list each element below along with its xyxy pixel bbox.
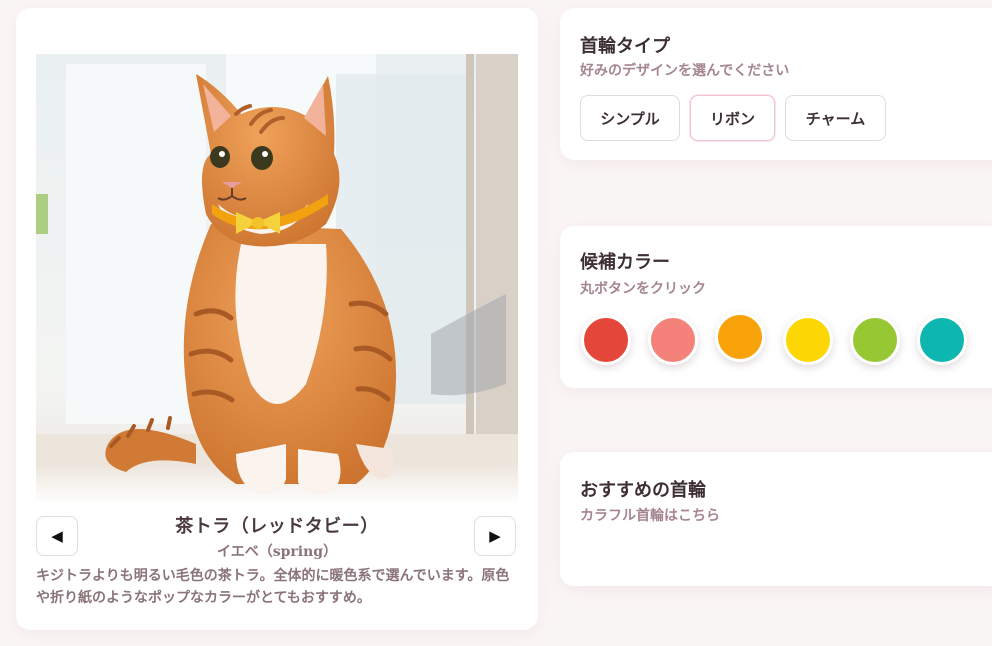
color-swatch-green[interactable] — [850, 315, 900, 365]
type-charm-button[interactable]: チャーム — [785, 95, 886, 141]
type-simple-button[interactable]: シンプル — [580, 95, 680, 141]
color-swatch-red[interactable] — [581, 315, 631, 365]
color-swatch-salmon[interactable] — [648, 315, 698, 365]
candidate-color-subtitle: 丸ボタンをクリック — [580, 281, 706, 297]
collar-type-title: 首輪タイプ — [580, 36, 670, 57]
candidate-color-card: 候補カラー 丸ボタンをクリック — [560, 226, 992, 388]
color-swatch-yellow[interactable] — [783, 315, 833, 365]
recommend-card: おすすめの首輪 カラフル首輪はこちら — [560, 452, 992, 586]
recommend-subtitle: カラフル首輪はこちら — [580, 508, 720, 524]
cat-photo — [36, 54, 518, 504]
collar-type-subtitle: 好みのデザインを選んでください — [580, 63, 790, 79]
color-swatch-teal[interactable] — [917, 315, 967, 365]
collar-type-card: 首輪タイプ 好みのデザインを選んでください シンプル リボン チャーム — [560, 8, 992, 160]
cat-season: イエベ（spring） — [216, 544, 338, 560]
recommend-title: おすすめの首輪 — [580, 480, 706, 501]
cat-name: 茶トラ（レッドタビー） — [175, 516, 379, 537]
color-swatch-orange[interactable] — [715, 312, 765, 362]
cat-card: ◀ ▶ 茶トラ（レッドタビー） イエベ（spring） キジトラよりも明るい毛色… — [16, 8, 538, 630]
type-ribbon-button[interactable]: リボン — [690, 95, 775, 141]
candidate-color-title: 候補カラー — [580, 252, 670, 273]
cat-description: キジトラよりも明るい毛色の茶トラ。全体的に暖色系で選んでいます。原色や折り紙のよ… — [36, 568, 510, 606]
cat-illustration — [36, 54, 518, 504]
